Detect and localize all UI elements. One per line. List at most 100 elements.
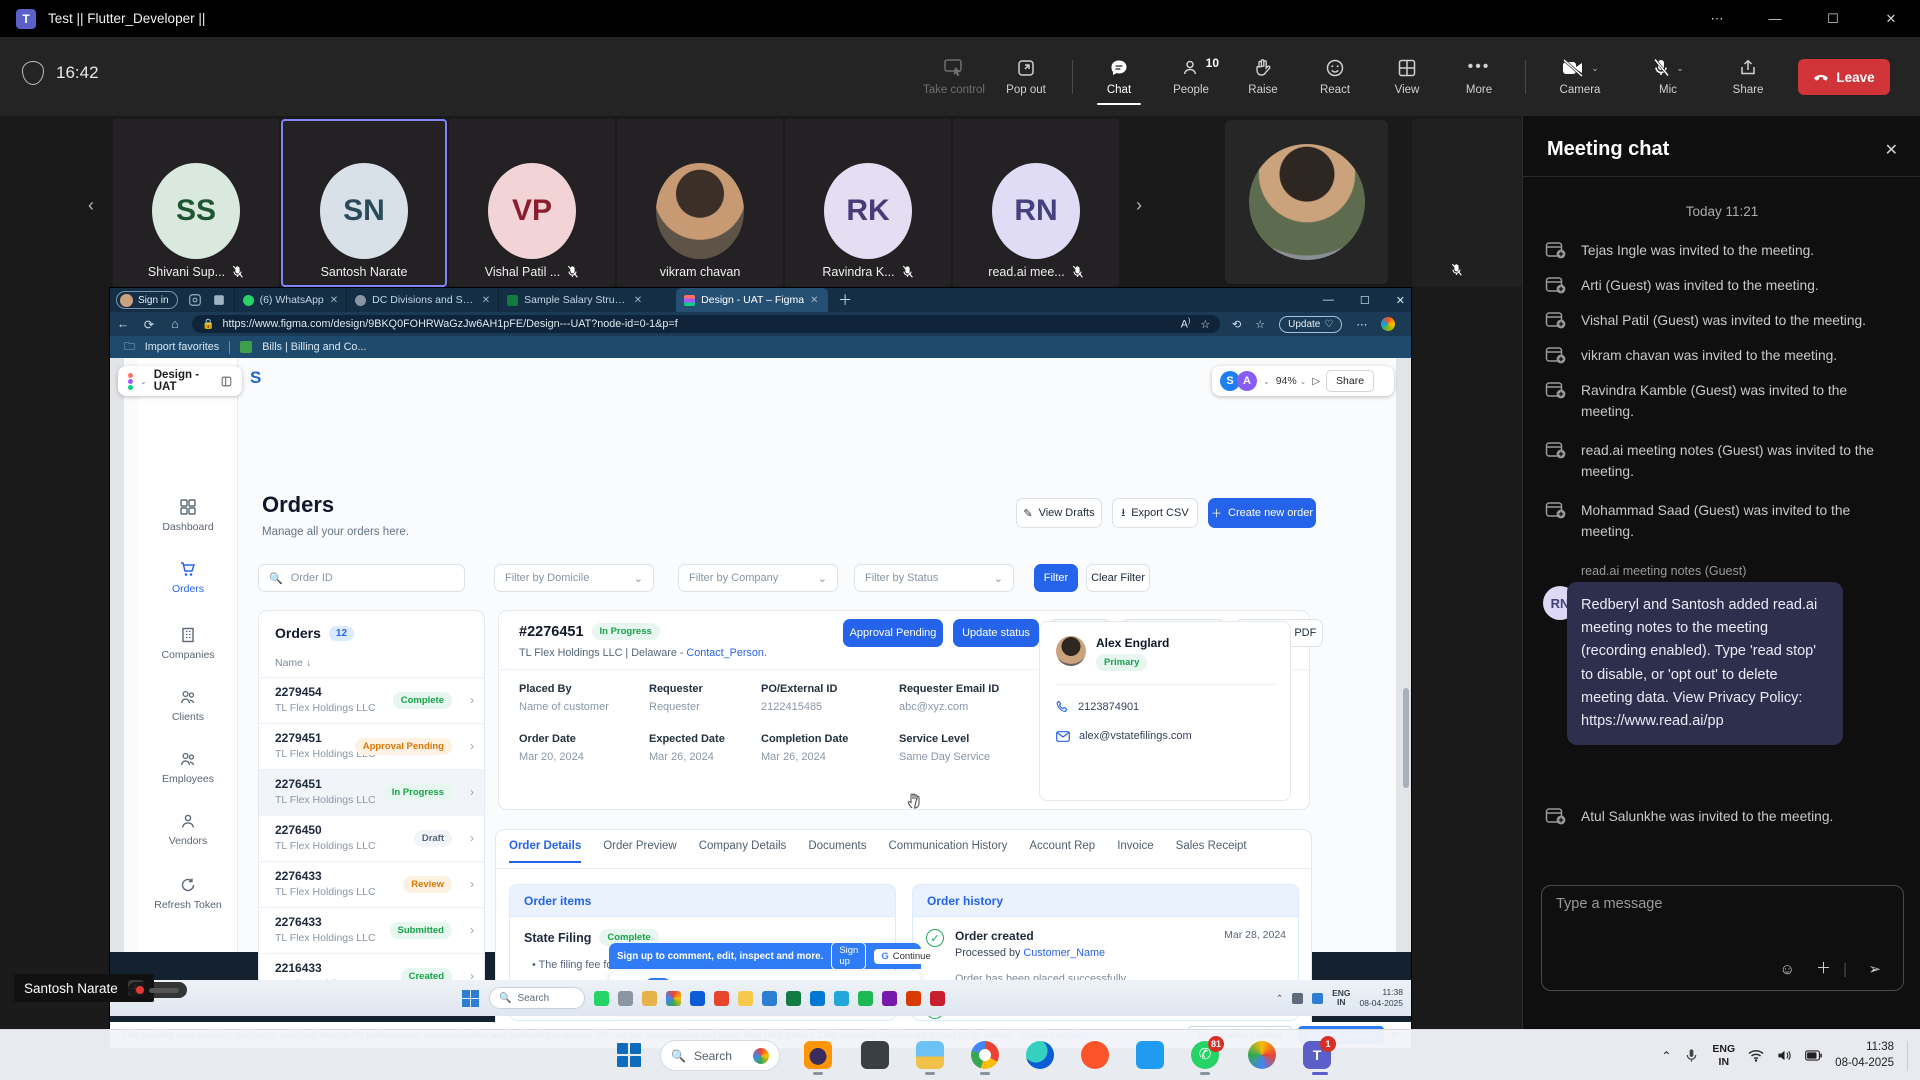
chat-message-input[interactable] [1556, 896, 1876, 912]
teams-icon[interactable]: T1 [1303, 1041, 1331, 1069]
attach-plus-icon[interactable]: ＋ [1816, 957, 1831, 978]
customer-name-link[interactable]: Customer_Name [1023, 947, 1105, 959]
tab-order-preview[interactable]: Order Preview [603, 840, 677, 852]
import-favorites-link[interactable]: Import favorites [145, 341, 219, 353]
camera-button[interactable]: ⌄ Camera [1536, 58, 1624, 96]
tray-chevron-icon[interactable]: ⌃ [1661, 1049, 1671, 1063]
language-indicator[interactable]: ENGIN [1712, 1043, 1735, 1068]
tab-close-icon[interactable]: ✕ [634, 295, 642, 306]
clear-filter-button[interactable]: Clear Filter [1086, 564, 1150, 592]
order-row[interactable]: 2279454 TL Flex Holdings LLC Complete › [259, 677, 484, 723]
tray-mic-icon[interactable] [1684, 1048, 1699, 1063]
approval-pending-button[interactable]: Approval Pending [843, 619, 943, 647]
browser-tab[interactable]: Sample Salary Structure with calc ✕ [498, 288, 650, 312]
export-csv-button[interactable]: ⭳Export CSV [1112, 498, 1198, 528]
app-icon[interactable] [882, 991, 897, 1006]
raise-button[interactable]: Raise [1227, 58, 1299, 96]
strip-prev-icon[interactable]: ‹ [80, 194, 102, 216]
filter-company-select[interactable]: Filter by Company⌄ [678, 564, 838, 592]
chat-button[interactable]: Chat [1083, 58, 1155, 96]
opera-icon[interactable] [714, 991, 729, 1006]
vscode-icon[interactable] [1136, 1041, 1164, 1069]
window-more-icon[interactable]: ⋯ [1688, 0, 1746, 37]
read-aloud-icon[interactable]: A) [1181, 318, 1191, 331]
view-button[interactable]: View [1371, 58, 1443, 96]
back-icon[interactable]: ← [110, 317, 136, 331]
order-id-search[interactable]: 🔍 Order ID [258, 564, 465, 592]
participant-tile-partial[interactable] [1412, 119, 1522, 287]
chevron-down-icon[interactable]: ⌄ [140, 377, 147, 386]
app-icon[interactable] [858, 991, 873, 1006]
browser-minimize-icon[interactable]: — [1323, 294, 1334, 306]
tab-order-details[interactable]: Order Details [509, 840, 581, 852]
participant-tile[interactable]: SN Santosh Narate [281, 119, 447, 287]
excel-icon[interactable] [786, 991, 801, 1006]
browser-maximize-icon[interactable]: ☐ [1360, 294, 1370, 307]
app-icon[interactable] [762, 991, 777, 1006]
chrome-profile-icon[interactable] [1248, 1041, 1276, 1069]
filter-apply-button[interactable]: Filter [1034, 564, 1078, 592]
sidebar-item-clients[interactable]: Clients [138, 688, 238, 723]
tab-close-icon[interactable]: ✕ [482, 295, 490, 306]
app-icon[interactable] [861, 1041, 889, 1069]
tab-account-rep[interactable]: Account Rep [1029, 840, 1095, 852]
sidebar-item-employees[interactable]: Employees [138, 750, 238, 785]
zoom-level[interactable]: 94% ⌄ [1276, 375, 1307, 387]
tab-close-icon[interactable]: ✕ [330, 295, 338, 306]
tray-icon[interactable] [1312, 993, 1323, 1004]
chevron-down-icon[interactable]: ⌄ [1263, 377, 1270, 386]
share-button[interactable]: Share [1712, 58, 1784, 96]
browser-tab-active[interactable]: Design - UAT – Figma ✕ [676, 288, 828, 312]
tab-communication-history[interactable]: Communication History [888, 840, 1007, 852]
brave-icon[interactable] [1081, 1041, 1109, 1069]
edge-icon[interactable] [690, 991, 705, 1006]
edge-icon[interactable] [1026, 1041, 1054, 1069]
sidebar-item-orders[interactable]: Orders [138, 560, 238, 595]
taskbar-search-box[interactable]: 🔍 Search [660, 1040, 780, 1071]
order-row[interactable]: 2279451 TL Flex Holdings LLC Approval Pe… [259, 723, 484, 769]
shared-search-box[interactable]: 🔍 Search [489, 987, 585, 1009]
battery-icon[interactable] [1805, 1050, 1822, 1061]
sidebar-item-refresh-token[interactable]: Refresh Token [138, 876, 238, 911]
sidebar-item-companies[interactable]: Companies [138, 626, 238, 661]
strip-next-icon[interactable]: › [1128, 194, 1150, 216]
maximize-icon[interactable]: ☐ [1804, 0, 1862, 37]
shared-clock[interactable]: 11:3808-04-2025 [1360, 987, 1403, 1008]
firefox-icon[interactable] [804, 1041, 832, 1069]
contact-phone[interactable]: 2123874901 [1078, 701, 1139, 713]
participant-tile[interactable]: RK Ravindra K... [785, 119, 951, 287]
tray-icon[interactable] [1292, 993, 1303, 1004]
create-order-button[interactable]: ＋Create new order [1208, 498, 1316, 528]
browser-update-button[interactable]: Update ♡ [1279, 316, 1342, 333]
app-icon[interactable] [618, 991, 633, 1006]
tab-invoice[interactable]: Invoice [1117, 840, 1153, 852]
order-row[interactable]: 2276433 TL Flex Holdings LLC Review › [259, 861, 484, 907]
shared-start-icon[interactable] [462, 990, 479, 1007]
app-icon[interactable] [738, 991, 753, 1006]
sort-column[interactable]: Name ↓ [275, 657, 311, 669]
browser-menu-icon[interactable]: ⋯ [1356, 318, 1367, 331]
present-icon[interactable]: ▷ [1312, 376, 1320, 387]
participant-tile[interactable]: SS Shivani Sup... [113, 119, 279, 287]
tab-sales-receipt[interactable]: Sales Receipt [1176, 840, 1247, 852]
layout-icon[interactable] [221, 375, 232, 388]
figma-signup-button[interactable]: Sign up [831, 942, 866, 970]
taskbar-clock[interactable]: 11:3808-04-2025 [1835, 1040, 1894, 1071]
whatsapp-icon[interactable]: ✆81 [1191, 1041, 1219, 1069]
url-field[interactable]: 🔒 https://www.figma.com/design/9BKQ0FOHR… [192, 315, 1220, 333]
tab-actions-icon[interactable] [212, 293, 226, 307]
close-icon[interactable]: ✕ [1862, 0, 1920, 37]
order-row-selected[interactable]: 2276451 TL Flex Holdings LLC In Progress… [259, 769, 484, 815]
app-icon[interactable] [834, 991, 849, 1006]
file-explorer-icon[interactable] [916, 1041, 944, 1069]
filter-status-select[interactable]: Filter by Status⌄ [854, 564, 1014, 592]
emoji-icon[interactable]: ☺ [1780, 961, 1795, 978]
chrome-icon[interactable] [666, 991, 681, 1006]
chevron-down-icon[interactable]: ⌄ [1591, 63, 1599, 74]
chat-input-box[interactable]: ☺ ＋ | ➢ [1541, 885, 1904, 991]
sidebar-item-vendors[interactable]: Vendors [138, 812, 238, 847]
filter-domicile-select[interactable]: Filter by Domicile⌄ [494, 564, 654, 592]
contact-person-link[interactable]: Contact_Person. [686, 647, 766, 659]
shared-language-indicator[interactable]: ENGIN [1332, 989, 1350, 1008]
contact-email[interactable]: alex@vstatefilings.com [1079, 730, 1192, 742]
